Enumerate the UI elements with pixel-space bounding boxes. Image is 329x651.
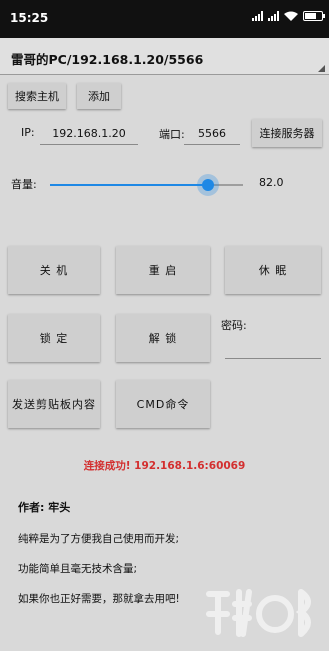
status-icons	[252, 11, 325, 21]
add-button[interactable]: 添加	[77, 83, 121, 109]
author-text: 作者: 牢头	[18, 501, 71, 514]
signal-icon-2	[268, 11, 279, 21]
volume-label: 音量:	[11, 178, 37, 191]
shutdown-button[interactable]: 关 机	[8, 246, 100, 294]
ip-label: IP:	[21, 126, 35, 139]
status-time: 15:25	[10, 11, 49, 25]
dropdown-arrow-icon	[318, 65, 325, 72]
wifi-icon	[284, 11, 298, 21]
status-bar: 15:25	[0, 0, 329, 38]
sleep-button[interactable]: 休 眠	[225, 246, 321, 294]
ip-input[interactable]	[40, 122, 138, 145]
port-label: 端口:	[159, 128, 185, 141]
volume-value: 82.0	[259, 176, 284, 189]
cmd-button[interactable]: CMD命令	[116, 380, 210, 428]
info-line-1: 纯粹是为了方便我自己使用而开发;	[18, 533, 180, 545]
connection-status-message: 连接成功! 192.168.1.6:60069	[83, 460, 246, 472]
port-input[interactable]	[184, 122, 240, 145]
signal-icon	[252, 11, 263, 21]
volume-slider-fill	[50, 184, 208, 186]
send-clipboard-button[interactable]: 发送剪贴板内容	[8, 380, 100, 428]
search-host-button[interactable]: 搜索主机	[8, 83, 66, 109]
unlock-button[interactable]: 解 锁	[116, 314, 210, 362]
battery-icon	[303, 11, 325, 21]
info-line-2: 功能简单且毫无技术含量;	[18, 563, 138, 575]
volume-slider-thumb[interactable]	[202, 179, 214, 191]
restart-button[interactable]: 重 启	[116, 246, 210, 294]
connect-server-button[interactable]: 连接服务器	[252, 119, 322, 147]
password-label: 密码:	[221, 319, 247, 332]
password-input[interactable]	[225, 336, 321, 359]
server-select[interactable]: 雷哥的PC/192.168.1.20/5566	[0, 38, 329, 75]
lock-button[interactable]: 锁 定	[8, 314, 100, 362]
watermark-logo	[206, 589, 311, 637]
server-select-value: 雷哥的PC/192.168.1.20/5566	[11, 52, 204, 67]
info-line-3: 如果你也正好需要，那就拿去用吧!	[18, 593, 180, 605]
